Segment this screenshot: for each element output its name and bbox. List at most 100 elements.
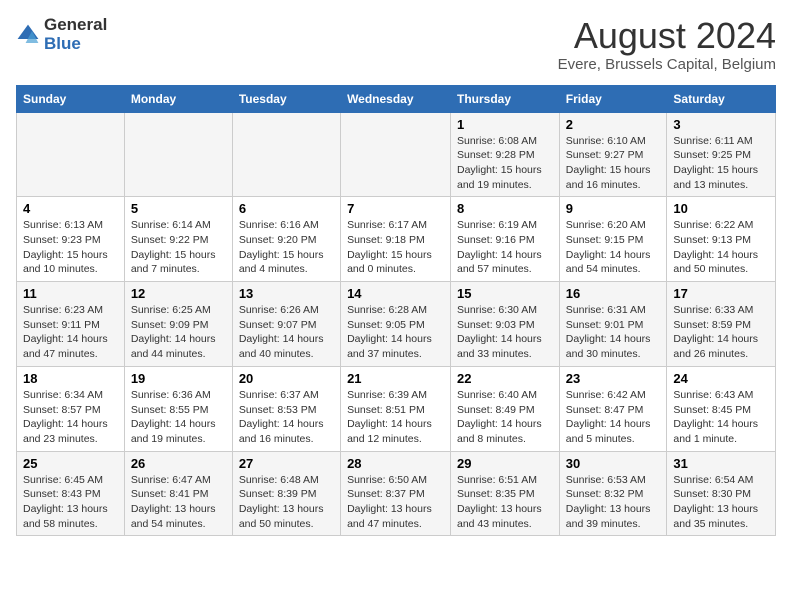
calendar-cell: 7Sunrise: 6:17 AMSunset: 9:18 PMDaylight… <box>341 197 451 282</box>
calendar-cell: 19 Sunrise: 6:36 AMSunset: 8:55 PMDayligh… <box>124 366 232 451</box>
day-number: 19 <box>131 371 226 386</box>
cell-info: Sunrise: 6:31 AMSunset: 9:01 PMDaylight:… <box>566 303 661 362</box>
day-number: 9 <box>566 201 661 216</box>
calendar-cell: 11 Sunrise: 6:23 AMSunset: 9:11 PMDayligh… <box>17 282 125 367</box>
day-number: 3 <box>673 117 769 132</box>
calendar-cell: 8Sunrise: 6:19 AMSunset: 9:16 PMDaylight… <box>451 197 560 282</box>
cell-info: Sunrise: 6:51 AMSunset: 8:35 PMDaylight:… <box>457 473 553 532</box>
calendar-cell: 3Sunrise: 6:11 AMSunset: 9:25 PMDaylight… <box>667 112 776 197</box>
day-number: 8 <box>457 201 553 216</box>
cell-info: Sunrise: 6:14 AMSunset: 9:22 PMDaylight:… <box>131 218 226 277</box>
cell-info: Sunrise: 6:20 AMSunset: 9:15 PMDaylight:… <box>566 218 661 277</box>
cell-info: Sunrise: 6:45 AMSunset: 8:43 PMDaylight:… <box>23 473 118 532</box>
cell-info: Sunrise: 6:23 AMSunset: 9:11 PMDaylight:… <box>23 303 118 362</box>
calendar-cell <box>124 112 232 197</box>
cell-info: Sunrise: 6:54 AMSunset: 8:30 PMDaylight:… <box>673 473 769 532</box>
cell-info: Sunrise: 6:22 AMSunset: 9:13 PMDaylight:… <box>673 218 769 277</box>
header-day-thursday: Thursday <box>451 85 560 112</box>
cell-info: Sunrise: 6:25 AMSunset: 9:09 PMDaylight:… <box>131 303 226 362</box>
cell-info: Sunrise: 6:47 AMSunset: 8:41 PMDaylight:… <box>131 473 226 532</box>
cell-info: Sunrise: 6:53 AMSunset: 8:32 PMDaylight:… <box>566 473 661 532</box>
day-number: 28 <box>347 456 444 471</box>
calendar-cell: 18Sunrise: 6:34 AMSunset: 8:57 PMDayligh… <box>17 366 125 451</box>
calendar-week-4: 18Sunrise: 6:34 AMSunset: 8:57 PMDayligh… <box>17 366 776 451</box>
cell-info: Sunrise: 6:13 AMSunset: 9:23 PMDaylight:… <box>23 218 118 277</box>
calendar-cell: 22 Sunrise: 6:40 AMSunset: 8:49 PMDayligh… <box>451 366 560 451</box>
calendar-cell: 14 Sunrise: 6:28 AMSunset: 9:05 PMDayligh… <box>341 282 451 367</box>
calendar-cell: 16Sunrise: 6:31 AMSunset: 9:01 PMDayligh… <box>559 282 667 367</box>
calendar-cell: 30 Sunrise: 6:53 AMSunset: 8:32 PMDayligh… <box>559 451 667 536</box>
day-number: 10 <box>673 201 769 216</box>
cell-info: Sunrise: 6:10 AMSunset: 9:27 PMDaylight:… <box>566 134 661 193</box>
day-number: 12 <box>131 286 226 301</box>
calendar-cell: 20 Sunrise: 6:37 AMSunset: 8:53 PMDayligh… <box>232 366 340 451</box>
header-day-sunday: Sunday <box>17 85 125 112</box>
day-number: 21 <box>347 371 444 386</box>
cell-info: Sunrise: 6:08 AMSunset: 9:28 PMDaylight:… <box>457 134 553 193</box>
day-number: 14 <box>347 286 444 301</box>
calendar-cell: 13 Sunrise: 6:26 AMSunset: 9:07 PMDayligh… <box>232 282 340 367</box>
logo-icon <box>16 23 40 47</box>
day-number: 15 <box>457 286 553 301</box>
day-number: 2 <box>566 117 661 132</box>
day-number: 27 <box>239 456 334 471</box>
calendar-cell: 6Sunrise: 6:16 AMSunset: 9:20 PMDaylight… <box>232 197 340 282</box>
cell-info: Sunrise: 6:36 AMSunset: 8:55 PMDaylight:… <box>131 388 226 447</box>
calendar-cell: 21 Sunrise: 6:39 AMSunset: 8:51 PMDayligh… <box>341 366 451 451</box>
logo: General Blue <box>16 16 107 53</box>
cell-info: Sunrise: 6:42 AMSunset: 8:47 PMDaylight:… <box>566 388 661 447</box>
day-number: 30 <box>566 456 661 471</box>
calendar-week-1: 1 Sunrise: 6:08 AMSunset: 9:28 PMDaylight… <box>17 112 776 197</box>
header: General Blue August 2024 Evere, Brussels… <box>16 16 776 73</box>
header-day-saturday: Saturday <box>667 85 776 112</box>
cell-info: Sunrise: 6:28 AMSunset: 9:05 PMDaylight:… <box>347 303 444 362</box>
calendar-week-2: 4 Sunrise: 6:13 AMSunset: 9:23 PMDaylight… <box>17 197 776 282</box>
cell-info: Sunrise: 6:50 AMSunset: 8:37 PMDaylight:… <box>347 473 444 532</box>
day-number: 4 <box>23 201 118 216</box>
calendar-cell: 31 Sunrise: 6:54 AMSunset: 8:30 PMDayligh… <box>667 451 776 536</box>
subtitle: Evere, Brussels Capital, Belgium <box>558 56 776 73</box>
day-number: 22 <box>457 371 553 386</box>
calendar-week-5: 25 Sunrise: 6:45 AMSunset: 8:43 PMDayligh… <box>17 451 776 536</box>
title-area: August 2024 Evere, Brussels Capital, Bel… <box>558 16 776 73</box>
day-number: 24 <box>673 371 769 386</box>
logo-text: General Blue <box>44 16 107 53</box>
calendar-cell: 25 Sunrise: 6:45 AMSunset: 8:43 PMDayligh… <box>17 451 125 536</box>
day-number: 17 <box>673 286 769 301</box>
day-number: 31 <box>673 456 769 471</box>
day-number: 5 <box>131 201 226 216</box>
cell-info: Sunrise: 6:17 AMSunset: 9:18 PMDaylight:… <box>347 218 444 277</box>
logo-blue: Blue <box>44 35 107 54</box>
calendar-cell: 1 Sunrise: 6:08 AMSunset: 9:28 PMDaylight… <box>451 112 560 197</box>
day-number: 1 <box>457 117 553 132</box>
cell-info: Sunrise: 6:39 AMSunset: 8:51 PMDaylight:… <box>347 388 444 447</box>
cell-info: Sunrise: 6:37 AMSunset: 8:53 PMDaylight:… <box>239 388 334 447</box>
header-day-wednesday: Wednesday <box>341 85 451 112</box>
calendar-cell <box>17 112 125 197</box>
day-number: 11 <box>23 286 118 301</box>
day-number: 6 <box>239 201 334 216</box>
header-day-friday: Friday <box>559 85 667 112</box>
day-number: 13 <box>239 286 334 301</box>
calendar-cell: 2 Sunrise: 6:10 AMSunset: 9:27 PMDaylight… <box>559 112 667 197</box>
logo-general: General <box>44 16 107 35</box>
cell-info: Sunrise: 6:33 AMSunset: 8:59 PMDaylight:… <box>673 303 769 362</box>
calendar-cell: 9 Sunrise: 6:20 AMSunset: 9:15 PMDaylight… <box>559 197 667 282</box>
day-number: 20 <box>239 371 334 386</box>
cell-info: Sunrise: 6:48 AMSunset: 8:39 PMDaylight:… <box>239 473 334 532</box>
calendar-cell: 27 Sunrise: 6:48 AMSunset: 8:39 PMDayligh… <box>232 451 340 536</box>
cell-info: Sunrise: 6:30 AMSunset: 9:03 PMDaylight:… <box>457 303 553 362</box>
header-day-monday: Monday <box>124 85 232 112</box>
calendar-cell: 10 Sunrise: 6:22 AMSunset: 9:13 PMDayligh… <box>667 197 776 282</box>
calendar-cell: 17 Sunrise: 6:33 AMSunset: 8:59 PMDayligh… <box>667 282 776 367</box>
calendar-week-3: 11 Sunrise: 6:23 AMSunset: 9:11 PMDayligh… <box>17 282 776 367</box>
calendar-cell: 5 Sunrise: 6:14 AMSunset: 9:22 PMDaylight… <box>124 197 232 282</box>
day-number: 23 <box>566 371 661 386</box>
calendar-cell <box>232 112 340 197</box>
cell-info: Sunrise: 6:40 AMSunset: 8:49 PMDaylight:… <box>457 388 553 447</box>
day-number: 25 <box>23 456 118 471</box>
calendar-cell: 4 Sunrise: 6:13 AMSunset: 9:23 PMDaylight… <box>17 197 125 282</box>
calendar-cell: 23 Sunrise: 6:42 AMSunset: 8:47 PMDayligh… <box>559 366 667 451</box>
cell-info: Sunrise: 6:26 AMSunset: 9:07 PMDaylight:… <box>239 303 334 362</box>
calendar-cell: 15 Sunrise: 6:30 AMSunset: 9:03 PMDayligh… <box>451 282 560 367</box>
